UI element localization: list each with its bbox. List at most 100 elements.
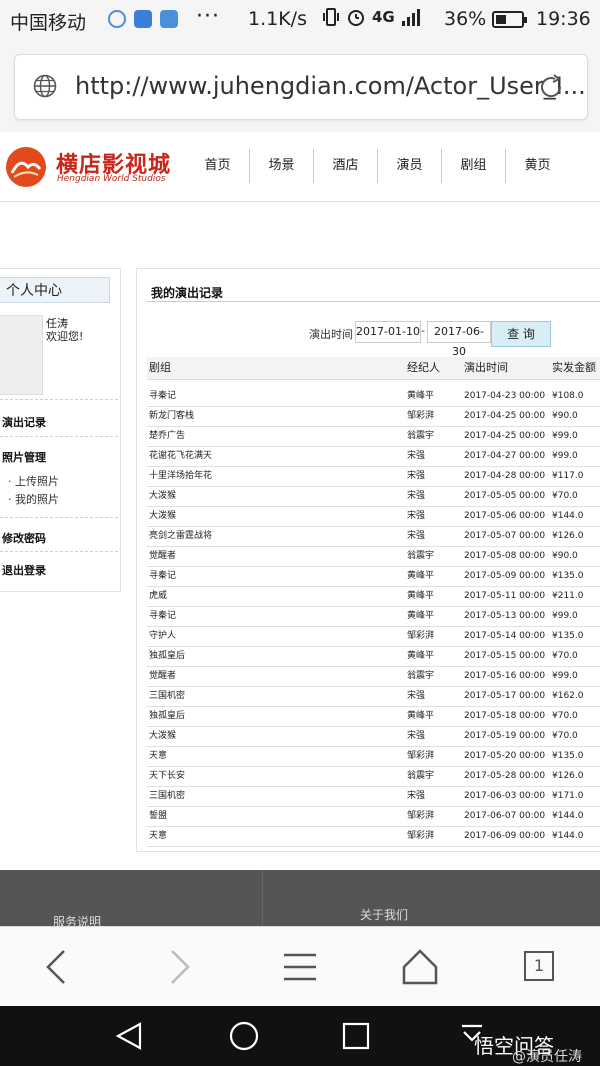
- sidebar: 个人中心 任涛 欢迎您! 演出记录 照片管理 · 上传照片 · 我的照片 修改密…: [0, 268, 121, 592]
- table-row: 守护人 邹彩湃 2017-05-14 00:00 ¥135.0: [147, 627, 600, 647]
- system-home-icon[interactable]: [228, 1020, 260, 1052]
- more-notifications-icon: ···: [196, 4, 220, 29]
- amount-cell: ¥70.0: [552, 711, 578, 721]
- table-row: 大泼猴 宋强 2017-05-05 00:00 ¥70.0: [147, 487, 600, 507]
- date-to-input[interactable]: 2017-06-30: [427, 321, 491, 358]
- agent-cell: 邹彩湃: [407, 631, 435, 641]
- amount-cell: ¥144.0: [552, 811, 584, 821]
- crew-cell: 独孤皇后: [149, 711, 186, 721]
- date-cell: 2017-06-07 00:00: [464, 811, 546, 821]
- notification-icons: [108, 10, 178, 28]
- date-cell: 2017-05-08 00:00: [464, 551, 546, 561]
- query-button[interactable]: 查 询: [491, 321, 551, 347]
- column-header: 经纪人: [407, 361, 440, 374]
- sidebar-item-change-password[interactable]: 修改密码: [2, 530, 46, 546]
- welcome-text: 欢迎您!: [46, 330, 84, 343]
- sidebar-item-logout[interactable]: 退出登录: [2, 562, 46, 578]
- sidebar-item-upload-photo[interactable]: · 上传照片: [8, 473, 59, 489]
- amount-cell: ¥70.0: [552, 651, 578, 661]
- menu-icon[interactable]: [278, 945, 322, 989]
- nav-crews[interactable]: 剧组: [442, 149, 506, 183]
- main-nav: 首页 场景 酒店 演员 剧组 黄页: [186, 149, 569, 183]
- crew-cell: 寻秦记: [149, 611, 177, 621]
- date-cell: 2017-05-28 00:00: [464, 771, 546, 781]
- amount-cell: ¥99.0: [552, 431, 578, 441]
- date-cell: 2017-05-13 00:00: [464, 611, 546, 621]
- amount-cell: ¥171.0: [552, 791, 584, 801]
- reload-icon[interactable]: [537, 73, 565, 101]
- table-row: 十里洋场拾年花 宋强 2017-04-28 00:00 ¥117.0: [147, 467, 600, 487]
- crew-cell: 三国机密: [149, 691, 186, 701]
- browser-toolbar: 1: [0, 926, 600, 1007]
- nav-hotels[interactable]: 酒店: [314, 149, 378, 183]
- back-icon[interactable]: [36, 945, 80, 989]
- agent-cell: 黄峰平: [407, 651, 435, 661]
- clock: 19:36: [536, 8, 591, 30]
- crew-cell: 亮剑之雷霆战将: [149, 531, 213, 541]
- url-text[interactable]: http://www.juhengdian.com/Actor_User_I..…: [75, 72, 586, 100]
- browser-address-area: http://www.juhengdian.com/Actor_User_I..…: [0, 42, 600, 132]
- agent-cell: 邹彩湃: [407, 831, 435, 841]
- table-row: 新龙门客栈 邹彩湃 2017-04-25 00:00 ¥90.0: [147, 407, 600, 427]
- carrier-name: 中国移动: [10, 12, 87, 34]
- table-row: 天下长安 翁震宇 2017-05-28 00:00 ¥126.0: [147, 767, 600, 787]
- nav-scenes[interactable]: 场景: [250, 149, 314, 183]
- amount-cell: ¥162.0: [552, 691, 584, 701]
- agent-cell: 宋强: [407, 731, 426, 741]
- agent-cell: 宋强: [407, 691, 426, 701]
- tab-count: 1: [524, 951, 554, 981]
- system-back-icon[interactable]: [114, 1020, 146, 1052]
- agent-cell: 邹彩湃: [407, 411, 435, 421]
- agent-cell: 宋强: [407, 451, 426, 461]
- amount-cell: ¥70.0: [552, 731, 578, 741]
- tabs-button[interactable]: 1: [518, 945, 562, 989]
- sidebar-item-my-photos[interactable]: · 我的照片: [8, 491, 59, 507]
- system-recents-icon[interactable]: [340, 1020, 372, 1052]
- amount-cell: ¥135.0: [552, 751, 584, 761]
- nav-yellow-pages[interactable]: 黄页: [506, 149, 569, 183]
- logo-mark-icon[interactable]: [6, 147, 46, 187]
- date-cell: 2017-05-06 00:00: [464, 511, 546, 521]
- crew-cell: 大泼猴: [149, 731, 177, 741]
- footer-about-link[interactable]: 关于我们: [360, 906, 408, 923]
- crew-cell: 觉醒者: [149, 671, 177, 681]
- sidebar-item-photo-manage: 照片管理: [2, 451, 46, 464]
- amount-cell: ¥90.0: [552, 411, 578, 421]
- date-cell: 2017-05-11 00:00: [464, 591, 546, 601]
- signal-icon: [401, 9, 420, 26]
- globe-icon: [33, 74, 57, 98]
- date-cell: 2017-04-27 00:00: [464, 451, 546, 461]
- forward-icon[interactable]: [156, 945, 200, 989]
- amount-cell: ¥99.0: [552, 671, 578, 681]
- sidebar-item-performance-record[interactable]: 演出记录: [2, 414, 46, 430]
- battery-percent: 36%: [444, 8, 487, 30]
- table-row: 虎威 黄峰平 2017-05-11 00:00 ¥211.0: [147, 587, 600, 607]
- agent-cell: 黄峰平: [407, 391, 435, 401]
- network-speed: 1.1K/s: [248, 8, 307, 30]
- agent-cell: 翁震宇: [407, 551, 435, 561]
- date-cell: 2017-05-19 00:00: [464, 731, 546, 741]
- crew-cell: 守护人: [149, 631, 177, 641]
- column-header: 剧组: [149, 361, 171, 374]
- table-row: 三国机密 宋强 2017-06-03 00:00 ¥171.0: [147, 787, 600, 807]
- address-bar[interactable]: http://www.juhengdian.com/Actor_User_I..…: [14, 54, 588, 120]
- nav-actors[interactable]: 演员: [378, 149, 442, 183]
- amount-cell: ¥108.0: [552, 391, 584, 401]
- table-header: 剧组 经纪人 演出时间 实发金额: [147, 357, 600, 380]
- date-cell: 2017-05-18 00:00: [464, 711, 546, 721]
- date-cell: 2017-05-17 00:00: [464, 691, 546, 701]
- status-bar: 中国移动 ··· 1.1K/s 4G 36% 19:36: [0, 0, 600, 42]
- agent-cell: 邹彩湃: [407, 811, 435, 821]
- logo-subtitle: Hengdian World Studios: [57, 174, 166, 184]
- nav-home[interactable]: 首页: [186, 149, 250, 183]
- table-row: 寻秦记 黄峰平 2017-05-09 00:00 ¥135.0: [147, 567, 600, 587]
- column-header: 实发金额: [552, 361, 596, 374]
- crew-cell: 大泼猴: [149, 511, 177, 521]
- amount-cell: ¥126.0: [552, 771, 584, 781]
- date-cell: 2017-05-15 00:00: [464, 651, 546, 661]
- table-row: 大泼猴 宋强 2017-05-19 00:00 ¥70.0: [147, 727, 600, 747]
- amount-cell: ¥126.0: [552, 531, 584, 541]
- date-cell: 2017-04-23 00:00: [464, 391, 546, 401]
- date-from-input[interactable]: 2017-01-10: [355, 321, 421, 343]
- home-icon[interactable]: [398, 945, 442, 989]
